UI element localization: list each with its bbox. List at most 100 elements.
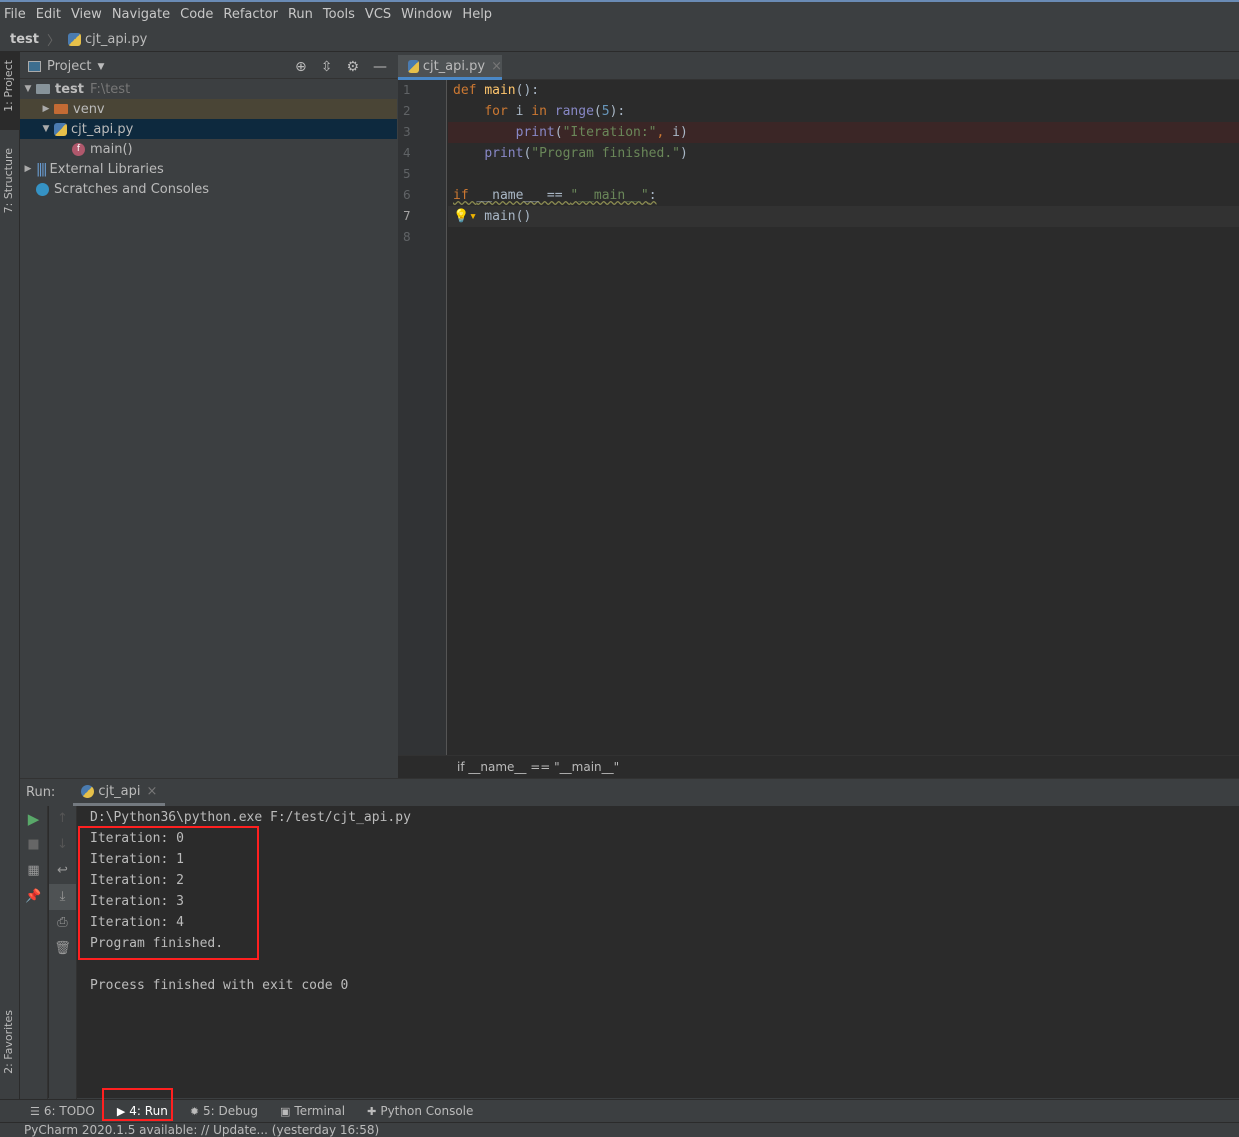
line-number[interactable]: 1: [398, 80, 446, 101]
nav-file[interactable]: cjt_api.py: [85, 32, 147, 47]
expand-arrow-icon[interactable]: ▶: [38, 104, 54, 114]
code-token: range: [554, 104, 594, 119]
stop-icon[interactable]: ■: [20, 832, 47, 858]
tree-item-path: F:\test: [89, 81, 131, 97]
tool-window-label: Terminal: [294, 1104, 346, 1118]
folder-icon: [54, 104, 68, 114]
menu-file[interactable]: File: [4, 7, 26, 22]
tool-window-terminal[interactable]: ▣ Terminal: [280, 1104, 345, 1118]
folder-icon: [36, 84, 50, 94]
run-tab[interactable]: cjt_api ×: [73, 779, 166, 806]
locate-icon[interactable]: ⊕: [295, 59, 307, 75]
highlight-box: [102, 1088, 173, 1121]
code-token: if: [453, 188, 477, 203]
menu-tools[interactable]: Tools: [323, 7, 355, 22]
line-number[interactable]: 6: [398, 185, 446, 206]
tool-window-label: Python Console: [380, 1104, 474, 1118]
python-icon: ✚: [367, 1104, 377, 1118]
tool-window-todo[interactable]: ☰ 6: TODO: [30, 1104, 95, 1118]
menu-bar: File Edit View Navigate Code Refactor Run Tools…: [0, 0, 1239, 27]
tool-tab-favorites[interactable]: 2: Favorites: [2, 1010, 15, 1074]
tree-item[interactable]: ▶ venv: [20, 99, 397, 119]
line-number[interactable]: 5: [398, 164, 446, 185]
menu-run[interactable]: Run: [288, 7, 313, 22]
restore-layout-icon[interactable]: ▦: [20, 858, 47, 884]
tree-item-label: venv: [73, 101, 105, 117]
line-number[interactable]: 8: [398, 227, 446, 248]
scroll-to-end-icon[interactable]: ⤓: [49, 884, 76, 910]
code-token: ():: [515, 83, 540, 98]
code-token: :: [648, 188, 657, 203]
menu-code[interactable]: Code: [180, 7, 213, 22]
tool-window-pythonconsole[interactable]: ✚ Python Console: [367, 1104, 473, 1118]
code-token: ,: [656, 125, 673, 140]
tool-tab-structure[interactable]: 7: Structure: [2, 148, 15, 213]
tool-window-label: 5: Debug: [203, 1104, 258, 1118]
run-toolbar: ▶ ■ ▦ 📌: [20, 806, 48, 1099]
editor-breadcrumb[interactable]: if __name__ == "__main__": [398, 755, 1239, 778]
tree-item[interactable]: ▶ |||| External Libraries: [20, 159, 397, 179]
code-token: ):: [609, 104, 626, 119]
project-panel-header: Project ▼ ⊕ ⇳ ⚙ —: [20, 55, 397, 79]
code-token: print: [484, 146, 524, 161]
pin-icon[interactable]: 📌: [20, 884, 47, 910]
bottom-tool-bar: ☰ 6: TODO ▶ 4: Run ✹ 5: Debug ▣ Terminal ✚ Python…: [0, 1099, 1239, 1122]
menu-navigate[interactable]: Navigate: [112, 7, 170, 22]
menu-refactor[interactable]: Refactor: [223, 7, 278, 22]
close-icon[interactable]: ×: [491, 59, 502, 74]
lightbulb-icon[interactable]: 💡▾: [453, 206, 477, 227]
code-token: in: [531, 104, 555, 119]
menu-window[interactable]: Window: [401, 7, 452, 22]
code-token: print: [515, 125, 555, 140]
project-view-selector[interactable]: Project: [47, 59, 91, 74]
console-line: D:\Python36\python.exe F:/test/cjt_api.p…: [90, 810, 411, 825]
scratches-icon: [36, 182, 49, 196]
tree-item[interactable]: ▼ cjt_api.py: [20, 119, 397, 139]
code-line: for i in range(5):: [448, 101, 1239, 122]
editor-tab[interactable]: cjt_api.py ×: [398, 55, 502, 80]
menu-view[interactable]: View: [71, 7, 102, 22]
code-token: (: [593, 104, 602, 119]
arrow-up-icon[interactable]: ↑: [49, 806, 76, 832]
navigation-bar: test 〉 cjt_api.py: [0, 27, 1239, 52]
expand-arrow-icon[interactable]: ▼: [20, 84, 36, 94]
python-file-icon: [408, 59, 419, 73]
code-token: 5: [601, 104, 610, 119]
tree-item[interactable]: f main(): [20, 139, 397, 159]
gear-icon[interactable]: ⚙: [346, 59, 359, 75]
rerun-icon[interactable]: ▶: [20, 806, 47, 832]
run-panel-header: Run: cjt_api ×: [20, 779, 1239, 806]
project-tree: ▼ test F:\test ▶ venv ▼ cjt_api.py f main() ▶ ||||…: [20, 79, 397, 199]
code-token: "__main__": [570, 188, 649, 203]
print-icon[interactable]: ⎙: [49, 910, 76, 936]
line-number[interactable]: 7: [398, 206, 446, 227]
trash-icon[interactable]: 🗑: [49, 936, 76, 962]
menu-help[interactable]: Help: [462, 7, 492, 22]
tool-window-debug[interactable]: ✹ 5: Debug: [190, 1104, 258, 1118]
nav-project[interactable]: test: [10, 32, 39, 47]
menu-edit[interactable]: Edit: [36, 7, 61, 22]
arrow-down-icon[interactable]: ↓: [49, 832, 76, 858]
tree-item-label: External Libraries: [49, 161, 164, 177]
tree-item-label: Scratches and Consoles: [54, 181, 210, 197]
python-icon: [81, 784, 95, 798]
expand-arrow-icon[interactable]: ▶: [20, 164, 36, 174]
soft-wrap-icon[interactable]: ↩: [49, 858, 76, 884]
line-number[interactable]: 4: [398, 143, 446, 164]
expand-arrow-icon[interactable]: ▼: [38, 124, 54, 134]
hide-icon[interactable]: —: [373, 59, 387, 75]
tree-item[interactable]: Scratches and Consoles: [20, 179, 397, 199]
console-toolbar: ↑ ↓ ↩ ⤓ ⎙ 🗑: [49, 806, 77, 1099]
gutter: 12345678: [398, 80, 447, 755]
tool-tab-project[interactable]: 1: Project: [2, 60, 15, 112]
close-icon[interactable]: ×: [147, 784, 158, 799]
collapse-all-icon[interactable]: ⇳: [321, 59, 333, 75]
run-label: Run:: [26, 785, 56, 800]
code-area[interactable]: def main(): for i in range(5): print("It…: [448, 80, 1239, 248]
menu-vcs[interactable]: VCS: [365, 7, 391, 22]
line-number[interactable]: 2: [398, 101, 446, 122]
chevron-down-icon[interactable]: ▼: [97, 62, 104, 72]
tree-item[interactable]: ▼ test F:\test: [20, 79, 397, 99]
line-number[interactable]: 3: [398, 122, 446, 143]
